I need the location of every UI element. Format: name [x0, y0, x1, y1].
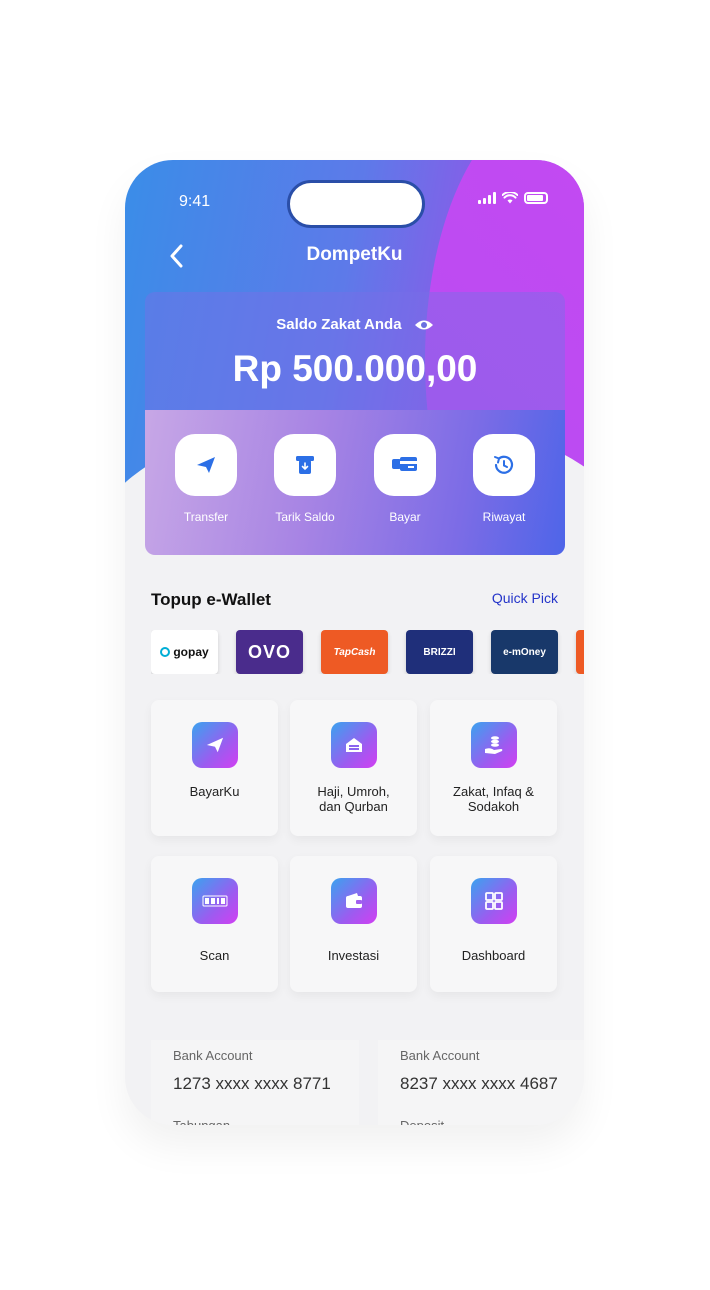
- wifi-icon: [502, 192, 518, 204]
- balance-amount: Rp 500.000,00: [232, 348, 478, 389]
- battery-icon: [524, 192, 548, 204]
- action-label: Bayar: [389, 510, 421, 524]
- status-bar: 9:41: [125, 160, 584, 240]
- account-label: Bank Account: [400, 1048, 480, 1063]
- dashboard-icon: [484, 892, 503, 910]
- send-icon: [206, 737, 223, 753]
- menu-investasi[interactable]: Investasi: [290, 856, 417, 992]
- page-title: DompetKu: [306, 244, 403, 265]
- menu-dashboard[interactable]: Dashboard: [430, 856, 557, 992]
- wallet-tapcash[interactable]: TapCash: [321, 630, 388, 674]
- withdraw-icon: [296, 456, 314, 474]
- menu-label: Investasi: [327, 948, 380, 963]
- send-icon: [197, 457, 215, 473]
- menu-label: BayarKu: [189, 784, 240, 799]
- wallet-icon: [345, 893, 362, 908]
- menu-haji[interactable]: Haji, Umroh, dan Qurban: [290, 700, 417, 836]
- menu-bayarku[interactable]: BayarKu: [151, 700, 278, 836]
- history-icon: [494, 455, 514, 474]
- action-label: Riwayat: [482, 510, 526, 524]
- mosque-icon: [345, 738, 362, 752]
- balance-card: Saldo Zakat Anda Rp 500.000,00 Transfer: [145, 292, 565, 555]
- wallet-list: gopay OVO TapCash BRIZZI e-mOney: [151, 630, 584, 674]
- quick-actions: Transfer Tarik Saldo Bayar Riwayat: [145, 410, 565, 555]
- account-number: 1273 xxxx xxxx 8771: [173, 1074, 331, 1093]
- account-card-tabungan[interactable]: Bank Account 1273 xxxx xxxx 8771 Tabunga…: [151, 1040, 359, 1125]
- qris-icon: [202, 895, 227, 907]
- balance-label: Saldo Zakat Anda: [276, 316, 402, 333]
- phone-screen: 9:41 DompetKu Saldo Zakat Anda Rp 500.00…: [125, 160, 584, 1125]
- menu-label: Zakat, Infaq & Sodakoh: [453, 784, 534, 814]
- transfer-action[interactable]: Transfer: [161, 434, 251, 524]
- account-type: Deposit: [400, 1118, 444, 1125]
- wallet-gopay[interactable]: gopay: [151, 630, 218, 674]
- top-nav: DompetKu: [125, 238, 584, 274]
- menu-label: Scan: [199, 948, 230, 963]
- pay-icon: [392, 457, 417, 471]
- wallet-ovo[interactable]: OVO: [236, 630, 303, 674]
- bank-accounts: Bank Account 1273 xxxx xxxx 8771 Tabunga…: [151, 1040, 584, 1125]
- quick-pick-link[interactable]: Quick Pick: [492, 590, 558, 606]
- account-type: Tabungan: [173, 1118, 230, 1125]
- dynamic-island: [287, 180, 425, 228]
- signal-icon: [478, 192, 496, 204]
- withdraw-action[interactable]: Tarik Saldo: [260, 434, 350, 524]
- menu-label: Dashboard: [461, 948, 526, 963]
- account-label: Bank Account: [173, 1048, 253, 1063]
- eye-icon[interactable]: [414, 319, 434, 331]
- wallet-more[interactable]: [576, 630, 584, 674]
- topup-title: Topup e-Wallet: [151, 590, 271, 609]
- menu-scan[interactable]: Scan: [151, 856, 278, 992]
- pay-action[interactable]: Bayar: [360, 434, 450, 524]
- menu-label: Haji, Umroh, dan Qurban: [317, 784, 390, 814]
- account-number: 8237 xxxx xxxx 4687: [400, 1074, 558, 1093]
- donation-icon: [484, 736, 502, 754]
- account-card-deposit[interactable]: Bank Account 8237 xxxx xxxx 4687 Deposit: [378, 1040, 584, 1125]
- action-label: Transfer: [183, 510, 229, 524]
- wallet-emoney[interactable]: e-mOney: [491, 630, 558, 674]
- action-label: Tarik Saldo: [275, 510, 335, 524]
- history-action[interactable]: Riwayat: [459, 434, 549, 524]
- status-time: 9:41: [179, 193, 211, 210]
- menu-zakat[interactable]: Zakat, Infaq & Sodakoh: [430, 700, 557, 836]
- wallet-brizzi[interactable]: BRIZZI: [406, 630, 473, 674]
